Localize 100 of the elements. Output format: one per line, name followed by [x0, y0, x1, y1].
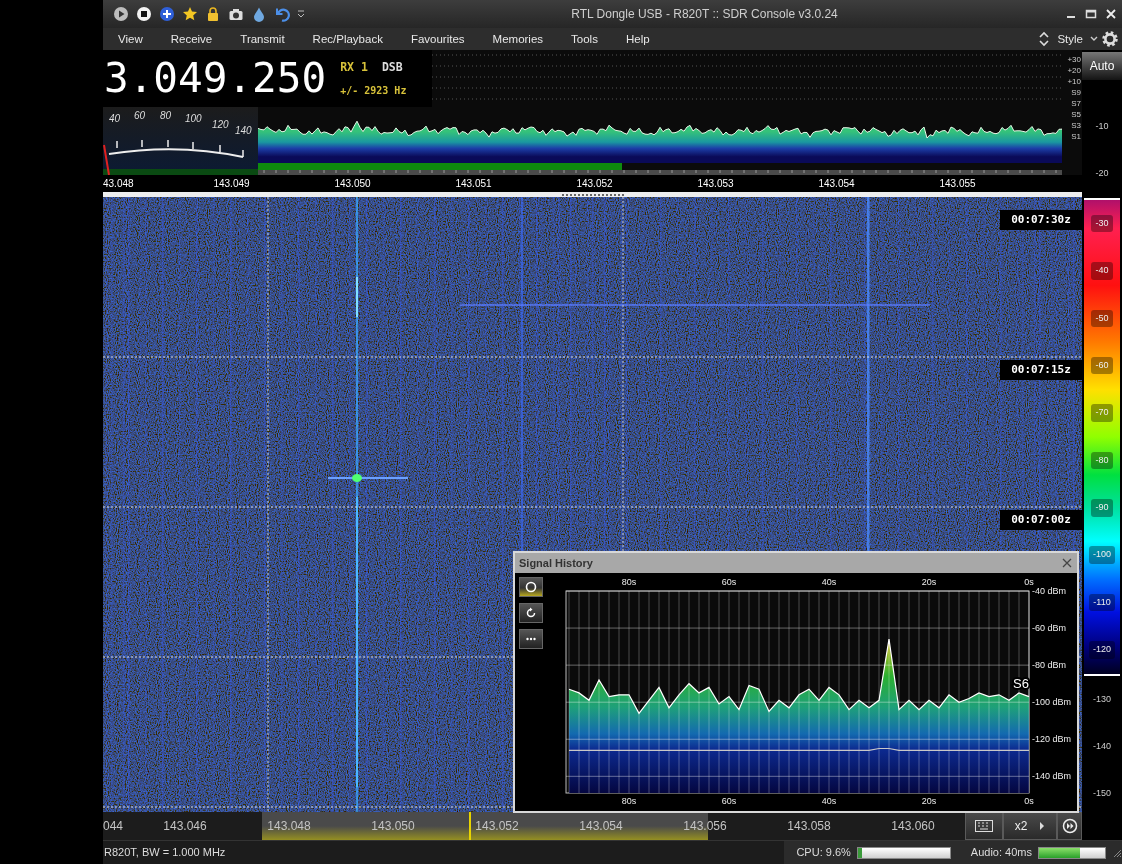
- level-scale-label: -10: [1094, 119, 1110, 133]
- axis-label: -120 dBm: [1032, 734, 1072, 745]
- meter-scale-label: 40: [109, 113, 121, 124]
- axis-label: 40s: [821, 796, 837, 806]
- fast-forward-icon: [1061, 818, 1078, 834]
- camera-icon[interactable]: [228, 6, 244, 22]
- spectrum-scale-label: S5: [1070, 109, 1082, 120]
- frequency-label: 143.050: [333, 177, 372, 191]
- level-scale-label: -140: [1092, 740, 1112, 753]
- axis-label: -100 dBm: [1032, 697, 1072, 708]
- axis-label: -80 dBm: [1032, 660, 1066, 671]
- cpu-label: CPU: 9.6%: [796, 845, 851, 861]
- meter-scale-label: 120: [212, 119, 229, 130]
- frequency-label: 143.055: [938, 177, 977, 191]
- settings-icon[interactable]: [1101, 30, 1119, 48]
- meter-scale-label: 140: [235, 125, 252, 136]
- fast-forward-button[interactable]: [1057, 812, 1082, 840]
- frequency-label: 143.052: [474, 818, 520, 835]
- caret-icon[interactable]: [1090, 35, 1098, 43]
- circle-toggle-button[interactable]: [519, 577, 543, 597]
- close-icon[interactable]: [1104, 7, 1118, 21]
- level-scale-label: -130: [1092, 692, 1112, 706]
- frequency-label: 143.051: [454, 177, 493, 191]
- axis-label: 40s: [821, 577, 837, 587]
- axis-label: -140 dBm: [1032, 771, 1072, 782]
- menu-item[interactable]: Receive: [156, 29, 227, 49]
- refresh-icon: [525, 607, 537, 619]
- spectrum-scale-label: S3: [1070, 120, 1082, 131]
- play-icon[interactable]: [113, 6, 129, 22]
- auto-button[interactable]: Auto: [1082, 52, 1122, 80]
- axis-label: 20s: [921, 796, 937, 806]
- maximize-icon[interactable]: [1084, 7, 1098, 21]
- plus-icon[interactable]: [159, 6, 175, 22]
- bandwidth-label: +/- 2923 Hz: [340, 83, 407, 98]
- more-button[interactable]: [519, 629, 543, 649]
- frequency-readout: 3.049.250: [104, 58, 327, 99]
- audio-label: Audio: 40ms: [970, 845, 1032, 861]
- frequency-label: 143.053: [696, 177, 735, 191]
- style-menu[interactable]: Style: [1053, 29, 1087, 49]
- frequency-label: 143.060: [890, 818, 936, 835]
- zoom-button[interactable]: x2: [1003, 812, 1057, 840]
- menu-item[interactable]: Favourites: [396, 29, 479, 49]
- frequency-label: 143.054: [578, 818, 624, 835]
- frequency-label: 143.058: [786, 818, 832, 835]
- window-title: RTL Dongle USB - R820T :: SDR Console v3.0.24: [570, 6, 839, 23]
- caret-icon: [1039, 822, 1046, 830]
- level-scale-label: -80: [1091, 451, 1113, 470]
- axis-label: 80s: [621, 796, 637, 806]
- spectrum-scale-label: +30: [1066, 54, 1082, 65]
- level-scale-label: -120: [1089, 641, 1115, 659]
- keyboard-button[interactable]: [965, 812, 1003, 840]
- toolbar-dropdown-icon[interactable]: [297, 9, 305, 19]
- menu-item[interactable]: Transmit: [226, 29, 299, 49]
- level-scale-label: -150: [1092, 787, 1112, 801]
- axis-label: 20s: [921, 577, 937, 587]
- drop-icon[interactable]: [251, 6, 267, 22]
- level-scale-label: -70: [1091, 404, 1113, 422]
- audio-meter: [1038, 846, 1106, 859]
- menu-item[interactable]: View: [104, 29, 157, 49]
- frequency-label: 143.048: [266, 818, 312, 835]
- resize-grip-icon[interactable]: [1112, 847, 1122, 858]
- frequency-label: 143.050: [370, 818, 416, 835]
- mode-label: DSB: [381, 59, 403, 77]
- star-icon[interactable]: [182, 6, 198, 22]
- menu-item[interactable]: Tools: [557, 29, 612, 49]
- receiver-label: RX 1: [340, 59, 368, 77]
- axis-label: -40 dBm: [1032, 586, 1066, 596]
- circle-icon: [525, 581, 537, 593]
- stop-icon[interactable]: [136, 6, 152, 22]
- level-scale-label: -30: [1091, 214, 1113, 233]
- frequency-label: 143.046: [162, 818, 208, 835]
- lock-icon[interactable]: [205, 6, 221, 22]
- keyboard-icon: [975, 820, 993, 832]
- refresh-button[interactable]: [519, 603, 543, 623]
- frequency-label: 044: [103, 818, 125, 835]
- menu-item[interactable]: Memories: [478, 29, 558, 49]
- splitter-grip[interactable]: [561, 193, 624, 196]
- undo-icon[interactable]: [274, 6, 290, 22]
- meter-needle: [103, 144, 110, 175]
- signal-level-label: S6: [1013, 676, 1029, 691]
- axis-label: -60 dBm: [1032, 623, 1066, 634]
- level-scale-label: -60: [1091, 356, 1113, 375]
- menu-item[interactable]: Help: [611, 29, 664, 49]
- menu-item[interactable]: Rec/Playback: [298, 29, 397, 49]
- spectrum-scale-label: S7: [1070, 98, 1082, 109]
- meter-scale-label: 100: [185, 113, 202, 124]
- level-scale-label: -50: [1091, 309, 1113, 327]
- spectrum-scale-label: S9: [1070, 87, 1082, 98]
- frequency-label: 143.049: [212, 177, 251, 191]
- axis-label: 0s: [1024, 577, 1034, 587]
- meter-scale-label: 80: [160, 110, 172, 121]
- window-title: Signal History: [519, 555, 593, 571]
- axis-label: 0s: [1024, 796, 1034, 806]
- frequency-label: 143.054: [817, 177, 856, 191]
- level-scale-label: -100: [1089, 546, 1115, 564]
- up-down-arrows-icon[interactable]: [1038, 30, 1051, 48]
- frequency-label: 143.052: [575, 177, 614, 191]
- spectrum-scale-label: +20: [1066, 65, 1082, 76]
- axis-label: 80s: [621, 577, 637, 587]
- level-scale-label: -40: [1091, 262, 1113, 280]
